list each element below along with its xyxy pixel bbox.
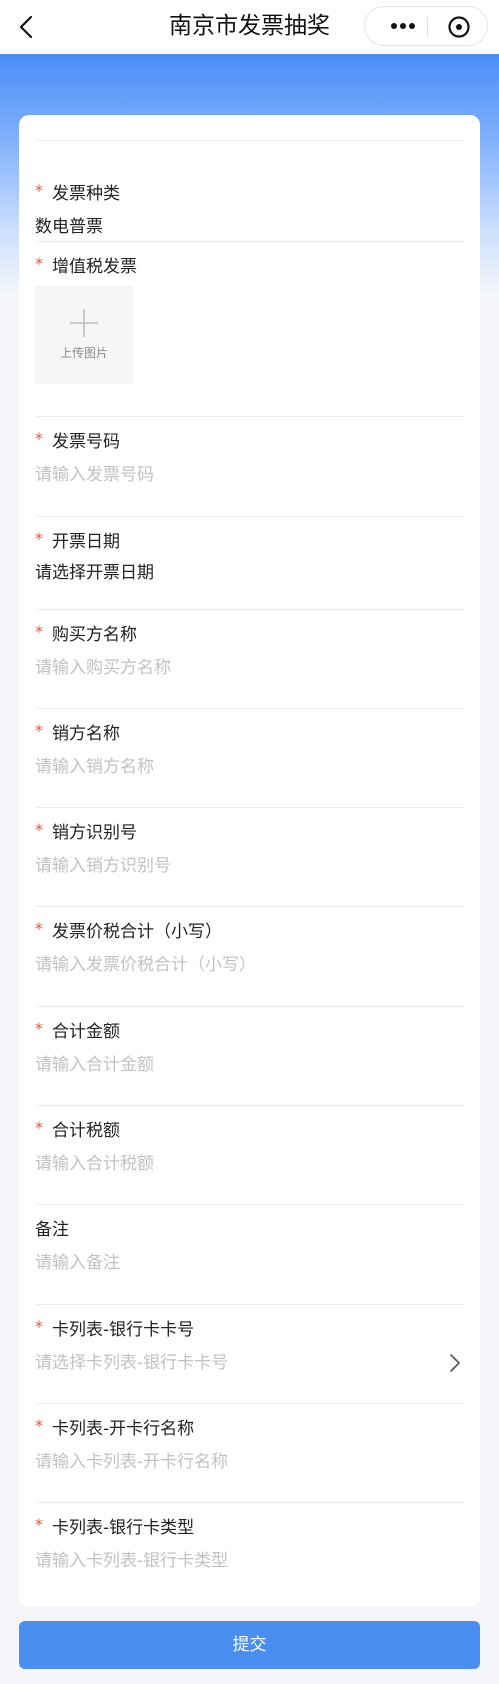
invoice-number-label: * 发票号码 xyxy=(35,429,120,452)
bank-card-number-select[interactable]: 请选择卡列表-银行卡卡号 xyxy=(35,1351,228,1375)
required-mark: * xyxy=(35,1416,43,1435)
total-tax-input[interactable]: 请输入合计税额 xyxy=(35,1152,154,1176)
issuing-bank-name-input[interactable]: 请输入卡列表-开卡行名称 xyxy=(35,1450,228,1474)
field-divider xyxy=(35,906,464,907)
field-divider xyxy=(35,1403,464,1404)
buyer-name-input[interactable]: 请输入购买方名称 xyxy=(35,656,171,680)
invoice-type-label: * 发票种类 xyxy=(35,181,120,204)
mini-program-capsule xyxy=(364,6,488,46)
total-amount-label: * 合计金额 xyxy=(35,1019,120,1042)
plus-icon xyxy=(70,309,98,337)
required-mark: * xyxy=(35,529,43,548)
seller-tax-id-input[interactable]: 请输入销方识别号 xyxy=(35,854,171,878)
remarks-input[interactable]: 请输入备注 xyxy=(35,1251,120,1275)
total-with-tax-input[interactable]: 请输入发票价税合计（小写） xyxy=(35,953,256,977)
buyer-name-label: * 购买方名称 xyxy=(35,622,137,645)
required-mark: * xyxy=(35,181,43,200)
bank-card-type-input[interactable]: 请输入卡列表-银行卡类型 xyxy=(35,1549,228,1573)
required-mark: * xyxy=(35,429,43,448)
total-with-tax-label: * 发票价税合计（小写） xyxy=(35,919,222,942)
issue-date-picker[interactable]: 请选择开票日期 xyxy=(35,561,154,585)
field-divider xyxy=(35,1006,464,1007)
close-icon[interactable] xyxy=(447,15,471,39)
field-divider xyxy=(35,708,464,709)
field-divider xyxy=(35,516,464,517)
nav-bar: 南京市发票抽奖 xyxy=(0,0,499,54)
field-divider xyxy=(35,1105,464,1106)
issuing-bank-name-label: * 卡列表-开卡行名称 xyxy=(35,1416,195,1439)
required-mark: * xyxy=(35,919,43,938)
issue-date-label: * 开票日期 xyxy=(35,529,120,552)
bank-card-type-label: * 卡列表-银行卡类型 xyxy=(35,1515,195,1538)
seller-name-label: * 销方名称 xyxy=(35,721,120,744)
field-divider xyxy=(35,807,464,808)
field-divider xyxy=(35,1502,464,1503)
seller-tax-id-label: * 销方识别号 xyxy=(35,820,137,843)
field-divider xyxy=(35,1304,464,1305)
field-divider xyxy=(35,241,464,242)
upload-image-text: 上传图片 xyxy=(59,346,108,360)
required-mark: * xyxy=(35,1515,43,1534)
bank-card-number-label: * 卡列表-银行卡卡号 xyxy=(35,1317,195,1340)
required-mark: * xyxy=(35,1317,43,1336)
field-divider xyxy=(35,416,464,417)
upload-image-button[interactable]: 上传图片 xyxy=(35,286,133,384)
required-mark: * xyxy=(35,622,43,641)
invoice-form-card: * 发票种类 数电普票 * 增值税发票 上传图片 * 发票号码 请输入发票号码 * 开票… xyxy=(19,115,480,1607)
chevron-right-icon[interactable] xyxy=(448,1353,462,1373)
seller-name-input[interactable]: 请输入销方名称 xyxy=(35,755,154,779)
field-divider xyxy=(35,609,464,610)
total-amount-input[interactable]: 请输入合计金额 xyxy=(35,1053,154,1077)
field-divider xyxy=(35,140,464,141)
field-divider xyxy=(35,1204,464,1205)
required-mark: * xyxy=(35,820,43,839)
total-tax-label: * 合计税额 xyxy=(35,1118,120,1141)
required-mark: * xyxy=(35,1019,43,1038)
more-icon[interactable] xyxy=(383,15,423,37)
capsule-divider xyxy=(427,17,428,37)
submit-button[interactable]: 提交 xyxy=(19,1621,480,1669)
required-mark: * xyxy=(35,721,43,740)
remarks-label: 备注 xyxy=(35,1220,69,1240)
invoice-number-input[interactable]: 请输入发票号码 xyxy=(35,463,154,487)
required-mark: * xyxy=(35,254,43,273)
invoice-type-value[interactable]: 数电普票 xyxy=(35,215,103,239)
vat-invoice-label: * 增值税发票 xyxy=(35,254,137,277)
required-mark: * xyxy=(35,1118,43,1137)
